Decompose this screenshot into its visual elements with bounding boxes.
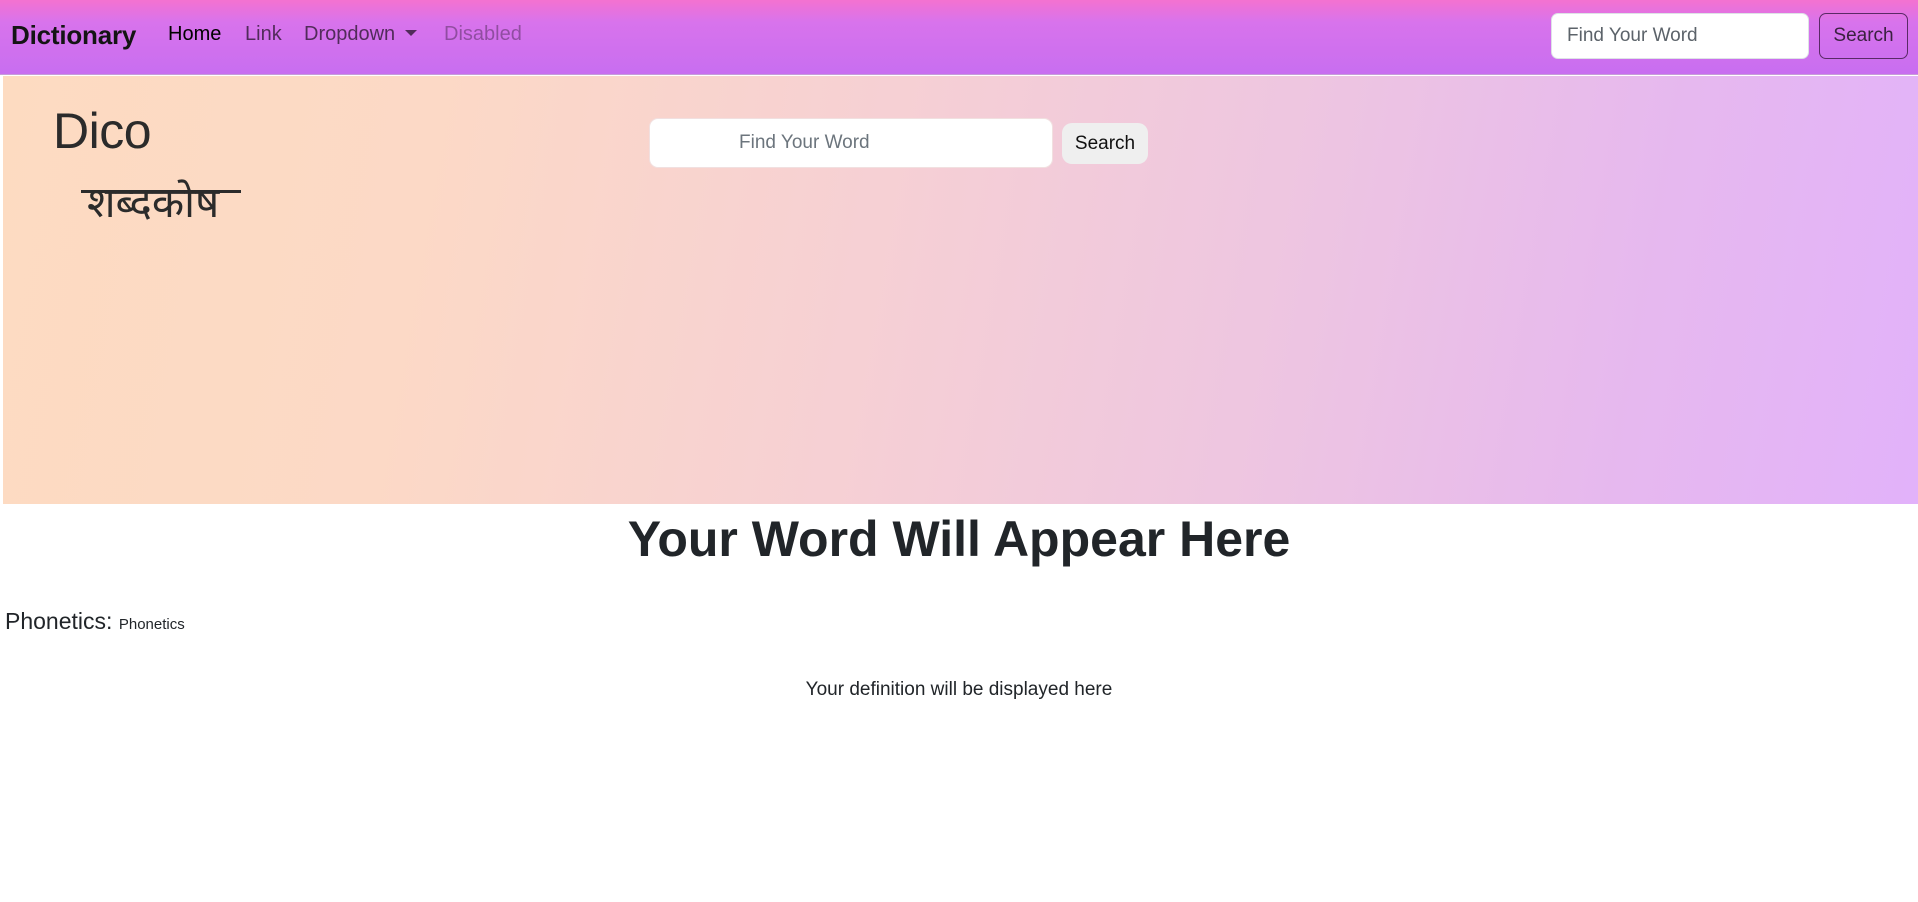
navbar-search-input[interactable]: [1551, 13, 1809, 59]
phonetics-row: Phonetics: Phonetics: [5, 608, 185, 635]
phonetics-value: Phonetics: [118, 616, 185, 633]
nav-link-link[interactable]: Link: [245, 23, 282, 46]
nav-dropdown-label: Dropdown: [304, 23, 396, 45]
hero-search-input[interactable]: [649, 118, 1053, 168]
hero-section: Dico शब्दकोष Search: [3, 76, 1918, 504]
logo-english-text: Dico: [53, 103, 152, 159]
nav-dropdown-toggle[interactable]: Dropdown: [304, 23, 418, 46]
top-navbar: Dictionary Home Link Dropdown Disabled S…: [0, 0, 1918, 75]
site-logo: Dico शब्दकोष: [53, 103, 253, 224]
hero-search-button[interactable]: Search: [1062, 123, 1148, 164]
nav-link-home[interactable]: Home: [168, 23, 221, 46]
definition-text: Your definition will be displayed here: [805, 679, 1113, 700]
logo-hindi-text: शब्दकोष: [87, 178, 220, 227]
navbar-brand[interactable]: Dictionary: [11, 20, 136, 51]
navbar-search-button[interactable]: Search: [1819, 13, 1908, 59]
caret-down-icon: [405, 30, 418, 36]
phonetics-label: Phonetics:: [5, 608, 113, 634]
nav-link-disabled: Disabled: [444, 23, 522, 45]
word-title: Your Word Will Appear Here: [627, 511, 1291, 567]
